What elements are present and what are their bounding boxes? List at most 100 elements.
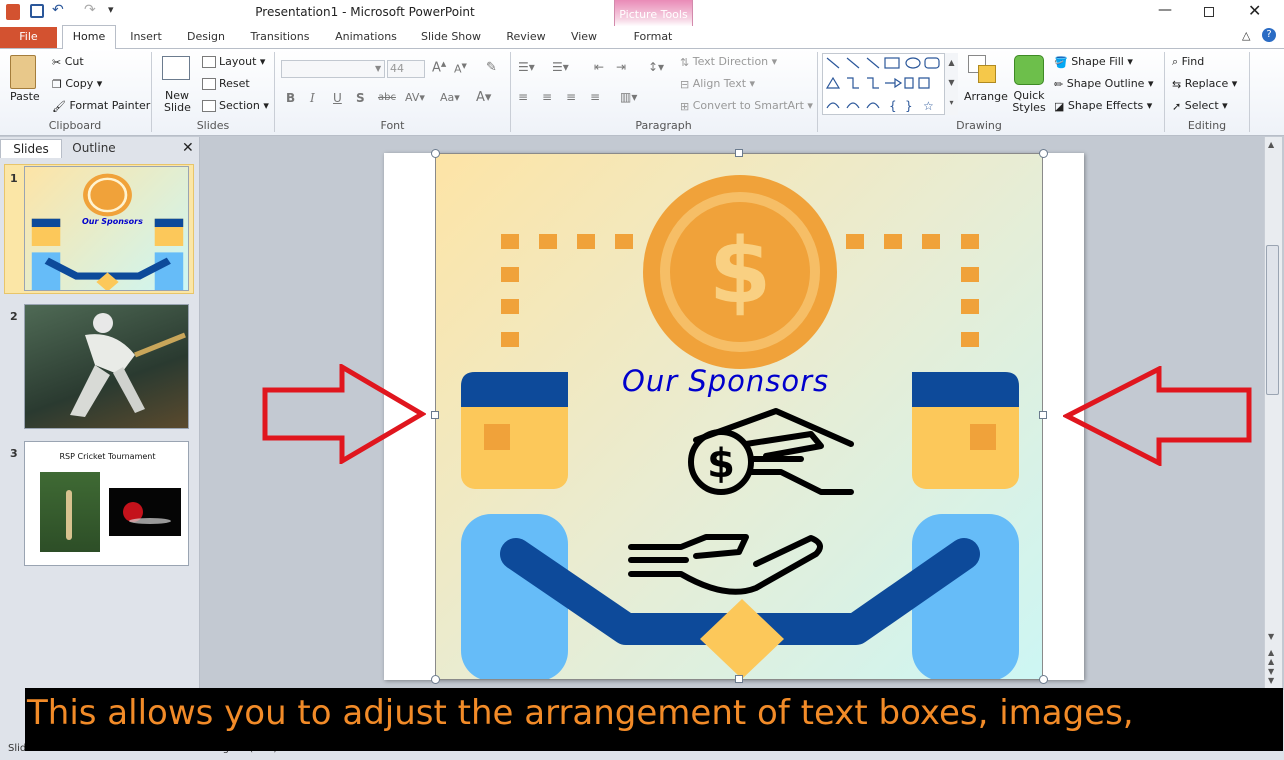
justify-icon[interactable]: ≡ — [590, 90, 600, 104]
resize-handle-left[interactable] — [431, 411, 439, 419]
shape-effects-button[interactable]: ◪ Shape Effects ▾ — [1054, 99, 1152, 113]
find-button[interactable]: ⌕ Find — [1172, 55, 1204, 69]
resize-handle-bottom[interactable] — [735, 675, 743, 683]
next-slide-icon[interactable]: ▼ ▼ — [1268, 667, 1274, 685]
tab-transitions[interactable]: Transitions — [245, 28, 315, 48]
resize-handle-top-right[interactable] — [1039, 149, 1048, 158]
shape-outline-button[interactable]: ✏ Shape Outline ▾ — [1054, 77, 1154, 91]
tab-slide-show[interactable]: Slide Show — [416, 28, 486, 48]
align-text-button[interactable]: ⊟ Align Text ▾ — [680, 77, 755, 91]
resize-handle-bottom-left[interactable] — [431, 675, 440, 684]
paste-button[interactable]: Paste — [10, 90, 40, 103]
drawing-group-label: Drawing — [956, 119, 1002, 132]
decrease-indent-icon[interactable]: ⇤ — [594, 60, 604, 74]
tab-file[interactable]: File — [0, 27, 57, 48]
new-slide-icon[interactable] — [162, 56, 190, 80]
shapes-more-icon[interactable]: ▲ ▼ ▾ — [944, 53, 958, 115]
text-direction-button[interactable]: ⇅ Text Direction ▾ — [680, 55, 777, 69]
previous-slide-icon[interactable]: ▲ ▲ — [1268, 648, 1274, 666]
resize-handle-top[interactable] — [735, 149, 743, 157]
thumbnail-3-title: RSP Cricket Tournament — [59, 452, 156, 461]
annotation-arrow-left-icon — [1063, 366, 1252, 466]
minimize-button[interactable]: — — [1158, 2, 1172, 18]
shapes-gallery-icons: { } ☆ — [825, 57, 940, 113]
slide-thumbnail-1[interactable]: Our Sponsors — [24, 166, 189, 291]
align-center-icon[interactable]: ≡ — [542, 90, 552, 104]
clear-formatting-icon[interactable]: ✎ — [486, 60, 497, 75]
slide-thumbnail-2[interactable] — [24, 304, 189, 429]
binoculars-icon: ⌕ — [1172, 55, 1179, 68]
tab-animations[interactable]: Animations — [331, 28, 401, 48]
bullets-icon[interactable]: ☰▾ — [518, 60, 535, 74]
font-name-input[interactable] — [281, 60, 385, 78]
svg-text:{: { — [889, 99, 897, 113]
quick-styles-icon[interactable] — [1014, 55, 1044, 85]
shapes-gallery[interactable]: { } ☆ — [822, 53, 958, 115]
align-left-icon[interactable]: ≡ — [518, 90, 528, 104]
slide-thumbnail-3[interactable]: RSP Cricket Tournament — [24, 441, 189, 566]
replace-icon: ⇆ — [1172, 77, 1182, 91]
select-button[interactable]: ➚ Select ▾ — [1172, 99, 1228, 113]
bold-icon[interactable]: B — [286, 91, 295, 105]
convert-smartart-button[interactable]: ⊞ Convert to SmartArt ▾ — [680, 99, 813, 113]
panel-tab-slides[interactable]: Slides — [0, 139, 62, 158]
close-panel-icon[interactable]: ✕ — [182, 140, 194, 156]
font-name-dropdown-icon[interactable]: ▼ — [375, 64, 381, 73]
tab-home[interactable]: Home — [62, 25, 116, 49]
format-painter-button[interactable]: 🖌 Format Painter — [52, 99, 150, 113]
scroll-up-icon[interactable]: ▲ — [1268, 140, 1274, 149]
tab-format[interactable]: Format — [626, 28, 680, 48]
quick-styles-button[interactable]: Quick Styles — [1011, 90, 1047, 114]
annotation-arrow-right-icon — [262, 364, 426, 464]
resize-handle-top-left[interactable] — [431, 149, 440, 158]
underline-icon[interactable]: U — [333, 91, 342, 105]
scissors-icon: ✂ — [52, 55, 62, 69]
paste-icon[interactable] — [10, 55, 36, 89]
line-spacing-icon[interactable]: ↕▾ — [648, 60, 664, 74]
tab-review[interactable]: Review — [503, 28, 549, 48]
character-spacing-icon[interactable]: AV▾ — [405, 91, 425, 104]
scrollbar-thumb[interactable] — [1266, 245, 1279, 395]
shadow-icon[interactable]: S — [356, 91, 365, 105]
resize-handle-right[interactable] — [1039, 411, 1047, 419]
picture-tools-label: Picture Tools — [619, 8, 688, 21]
selected-picture[interactable]: $ $ Our Sponsors — [435, 153, 1043, 680]
layout-button[interactable]: Layout ▾ — [202, 55, 265, 68]
columns-icon[interactable]: ▥▾ — [620, 90, 637, 104]
shrink-font-icon[interactable]: A▼ — [454, 62, 467, 76]
change-case-icon[interactable]: Aa▾ — [440, 91, 460, 104]
arrange-button[interactable]: Arrange — [964, 90, 1008, 103]
font-color-icon[interactable]: A▾ — [476, 90, 491, 105]
text-direction-icon: ⇅ — [680, 55, 690, 69]
copy-button[interactable]: ❐ Copy ▾ — [52, 77, 102, 91]
help-icon[interactable]: ? — [1262, 28, 1276, 42]
grow-font-icon[interactable]: A▲ — [432, 60, 446, 75]
arrange-icon[interactable] — [968, 55, 998, 85]
copy-icon: ❐ — [52, 77, 62, 91]
new-slide-button[interactable]: New Slide — [164, 90, 191, 114]
vertical-scrollbar[interactable] — [1264, 137, 1282, 690]
shape-fill-button[interactable]: 🪣 Shape Fill ▾ — [1054, 55, 1133, 69]
tab-insert[interactable]: Insert — [124, 28, 168, 48]
replace-button[interactable]: ⇆ Replace ▾ — [1172, 77, 1237, 91]
increase-indent-icon[interactable]: ⇥ — [616, 60, 626, 74]
cut-button[interactable]: ✂ Cut — [52, 55, 84, 69]
close-button[interactable]: ✕ — [1248, 1, 1261, 20]
font-size-input[interactable]: 44 — [387, 60, 425, 78]
italic-icon[interactable]: I — [310, 91, 315, 105]
tab-view[interactable]: View — [566, 28, 602, 48]
reset-button[interactable]: Reset — [202, 77, 250, 90]
numbering-icon[interactable]: ☰▾ — [552, 60, 569, 74]
align-right-icon[interactable]: ≡ — [566, 90, 576, 104]
scroll-down-icon[interactable]: ▼ — [1268, 632, 1274, 641]
separator — [1249, 52, 1250, 132]
restore-button[interactable] — [1204, 7, 1214, 17]
strikethrough-icon[interactable]: abc — [378, 92, 396, 103]
section-button[interactable]: Section ▾ — [202, 99, 269, 112]
cricket-player-image — [70, 313, 186, 417]
tab-design[interactable]: Design — [181, 28, 231, 48]
layout-icon — [202, 56, 216, 68]
minimize-ribbon-icon[interactable]: △ — [1242, 29, 1250, 42]
panel-tab-outline[interactable]: Outline — [62, 139, 126, 158]
resize-handle-bottom-right[interactable] — [1039, 675, 1048, 684]
